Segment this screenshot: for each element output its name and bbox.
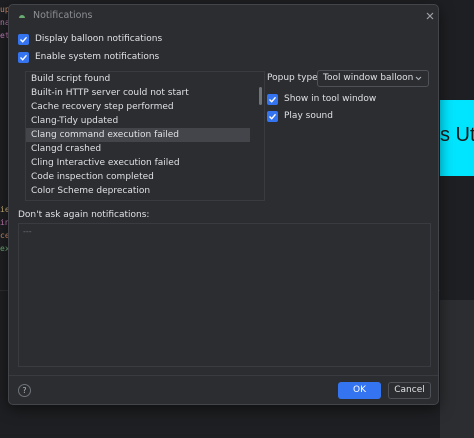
checkmark-icon (269, 96, 277, 103)
popup-type-label: Popup type: (267, 73, 321, 83)
show-in-tool-window-label: Show in tool window (284, 94, 377, 104)
play-sound-checkbox[interactable] (267, 110, 278, 122)
list-item[interactable]: Build script found (26, 72, 250, 86)
popup-type-value: Tool window balloon (323, 73, 414, 83)
enable-system-checkbox-row[interactable]: Enable system notifications (18, 50, 159, 64)
checkmark-icon (20, 54, 28, 61)
enable-system-label: Enable system notifications (35, 52, 160, 62)
display-balloon-checkbox-row[interactable]: Display balloon notifications (18, 32, 162, 46)
close-icon[interactable] (423, 9, 437, 23)
android-icon (19, 15, 25, 18)
list-item[interactable]: Cling Interactive execution failed (26, 156, 250, 170)
highlight-text: s Utk (440, 124, 474, 146)
ok-button[interactable]: OK (338, 382, 381, 399)
display-balloon-checkbox[interactable] (18, 33, 29, 45)
scrollbar-thumb[interactable] (259, 87, 262, 105)
list-scrollbar[interactable] (255, 72, 264, 200)
show-in-tool-window-row[interactable]: Show in tool window (267, 92, 376, 106)
enable-system-checkbox[interactable] (18, 51, 29, 63)
dont-ask-list[interactable]: --- (18, 223, 431, 367)
background-right-strip (440, 300, 474, 438)
play-sound-label: Play sound (284, 111, 333, 121)
cancel-button[interactable]: Cancel (388, 382, 431, 399)
list-item[interactable]: Code inspection completed (26, 170, 250, 184)
list-item[interactable]: Cache recovery step performed (26, 100, 250, 114)
list-item-selected[interactable]: Clang command execution failed (26, 128, 250, 142)
checkmark-icon (269, 113, 277, 120)
help-button[interactable]: ? (18, 384, 31, 397)
list-item[interactable]: Clangd crashed (26, 142, 250, 156)
checkmark-icon (20, 36, 28, 43)
popup-type-select[interactable]: Tool window balloon (317, 70, 429, 87)
chevron-down-icon (415, 71, 422, 91)
footer-divider (9, 375, 438, 376)
background-highlight: s Utk (440, 100, 474, 176)
list-item[interactable]: Clang-Tidy updated (26, 114, 250, 128)
list-item[interactable]: Color Scheme deprecation (26, 184, 250, 198)
dont-ask-placeholder: --- (23, 227, 32, 236)
notification-groups-list[interactable]: Build script found Built-in HTTP server … (25, 71, 265, 201)
notifications-dialog: Notifications Display balloon notificati… (8, 4, 439, 405)
play-sound-row[interactable]: Play sound (267, 109, 333, 123)
display-balloon-label: Display balloon notifications (35, 34, 163, 44)
list-item[interactable]: Built-in HTTP server could not start (26, 86, 250, 100)
show-in-tool-window-checkbox[interactable] (267, 93, 278, 105)
dont-ask-label: Don't ask again notifications: (18, 210, 150, 220)
dialog-titlebar[interactable]: Notifications (9, 5, 438, 27)
dialog-title: Notifications (33, 10, 93, 21)
